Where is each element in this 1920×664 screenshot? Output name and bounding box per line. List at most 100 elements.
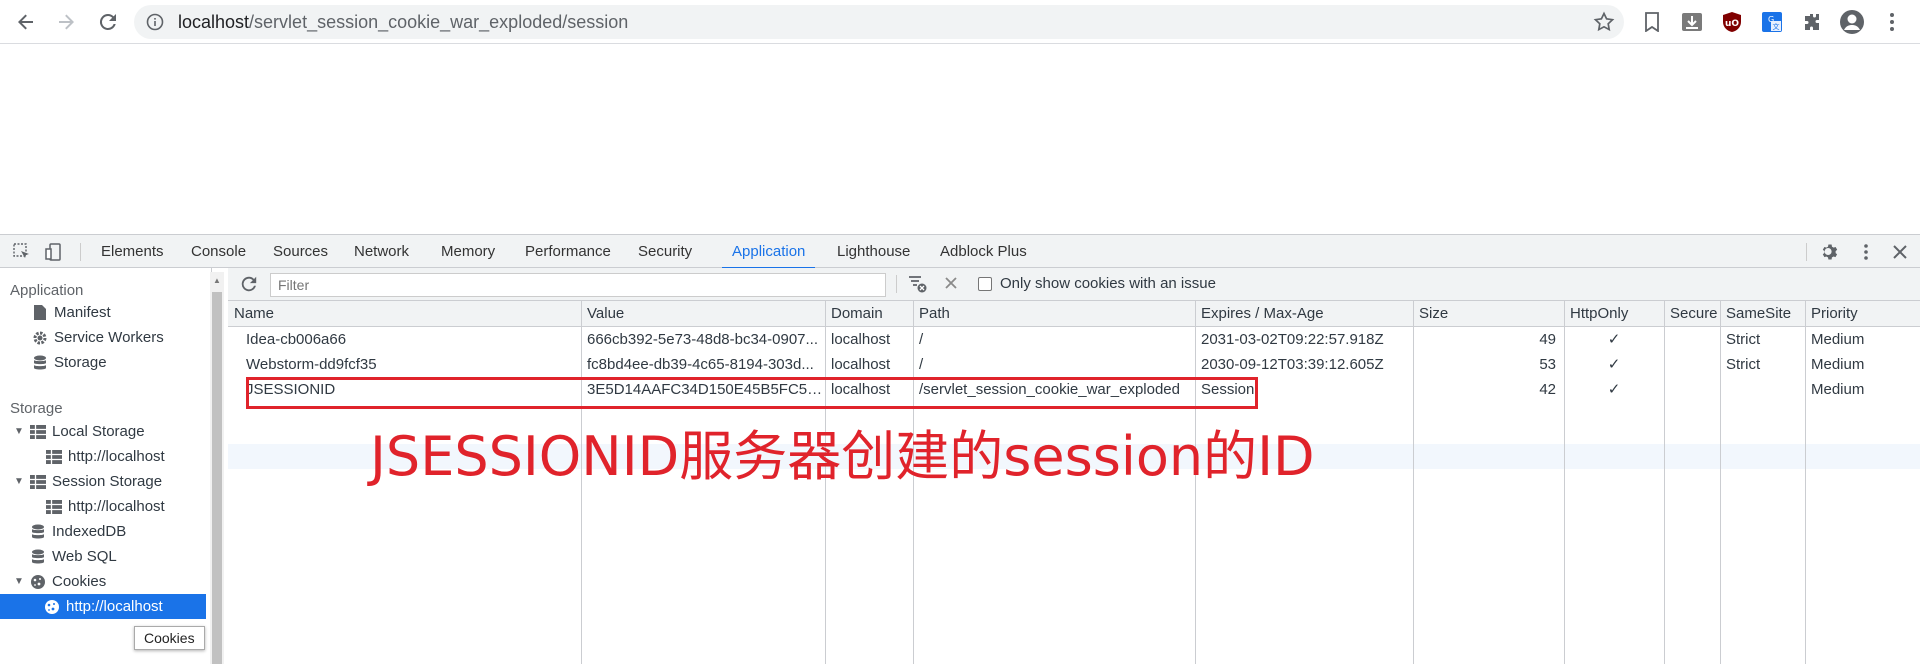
forward-arrow-icon <box>59 14 74 30</box>
cell-expires: 2030-09-12T03:39:12.605Z <box>1201 356 1384 373</box>
only-issues-checkbox[interactable] <box>978 277 992 291</box>
url-host: localhost <box>178 12 250 32</box>
column-header-domain[interactable]: Domain <box>825 301 913 327</box>
tab-security[interactable]: Security <box>638 235 692 268</box>
tab-lighthouse[interactable]: Lighthouse <box>837 235 910 268</box>
column-header-httponly[interactable]: HttpOnly <box>1564 301 1664 327</box>
sidebar-item-label: Local Storage <box>52 423 145 440</box>
inspect-element-button[interactable] <box>10 240 34 264</box>
sidebar-item-indexeddb[interactable]: IndexedDB <box>30 519 126 544</box>
cell-secure <box>1664 327 1720 352</box>
sidebar-item-label: Manifest <box>54 304 111 321</box>
sidebar-item-local-storage-localhost[interactable]: http://localhost <box>46 444 165 469</box>
tab-sources[interactable]: Sources <box>273 235 328 268</box>
column-header-path[interactable]: Path <box>913 301 1195 327</box>
translate-icon: G文 <box>1762 12 1782 32</box>
ublock-extension-button[interactable]: uO <box>1716 6 1748 38</box>
reload-button[interactable] <box>92 6 124 38</box>
kebab-menu-icon <box>1864 244 1868 260</box>
bookmark-icon <box>1645 12 1659 32</box>
tab-performance[interactable]: Performance <box>525 235 611 268</box>
puzzle-icon <box>1805 14 1819 30</box>
sidebar-item-storage[interactable]: Storage <box>32 350 107 375</box>
cell-expires: 2031-03-02T09:22:57.918Z <box>1201 331 1384 348</box>
scroll-up-icon[interactable]: ▲ <box>213 276 221 285</box>
cell-path: / <box>919 356 924 373</box>
database-icon <box>32 355 48 371</box>
grid-icon <box>46 499 62 515</box>
download-extension-button[interactable] <box>1676 6 1708 38</box>
sidebar-item-session-storage[interactable]: ▼ Session Storage <box>14 469 162 494</box>
clear-filtered-cookies-button[interactable] <box>908 275 928 298</box>
column-header-expires[interactable]: Expires / Max-Age <box>1195 301 1413 327</box>
table-row[interactable]: Webstorm-dd9fcf35 fc8bd4ee-db39-4c65-819… <box>228 352 1920 377</box>
cell-samesite: Strict <box>1726 331 1761 348</box>
sidebar-item-label: http://localhost <box>68 448 165 465</box>
cell-domain: localhost <box>831 356 891 373</box>
column-header-priority[interactable]: Priority <box>1805 301 1920 327</box>
sidebar-item-cookies-localhost[interactable]: http://localhost <box>0 594 206 619</box>
devtools-settings-button[interactable] <box>1818 240 1842 264</box>
column-header-size[interactable]: Size <box>1413 301 1564 327</box>
column-header-value[interactable]: Value <box>581 301 825 327</box>
sidebar-item-label: http://localhost <box>66 598 163 615</box>
translate-extension-button[interactable]: G文 <box>1756 6 1788 38</box>
cell-httponly: ✓ <box>1607 331 1621 348</box>
annotation-highlight-box <box>246 377 1258 409</box>
tab-console[interactable]: Console <box>191 235 246 268</box>
sidebar-item-label: IndexedDB <box>52 523 127 540</box>
expand-triangle-icon[interactable]: ▼ <box>14 419 24 444</box>
cell-priority: Medium <box>1811 356 1865 373</box>
info-icon[interactable] <box>146 13 164 31</box>
sidebar-item-websql[interactable]: Web SQL <box>30 544 117 569</box>
tab-application[interactable]: Application <box>721 235 816 269</box>
column-header-samesite[interactable]: SameSite <box>1720 301 1805 327</box>
cookie-icon <box>30 574 46 590</box>
tab-adblock-plus[interactable]: Adblock Plus <box>940 235 1027 268</box>
filter-input[interactable] <box>270 273 886 297</box>
annotation-text: JSESSIONID服务器创建的session的ID <box>370 425 1315 488</box>
bookmark-star-icon[interactable] <box>1592 10 1616 34</box>
devtools-menu-button[interactable] <box>1854 240 1878 264</box>
address-bar[interactable]: localhost/servlet_session_cookie_war_exp… <box>134 5 1624 39</box>
url-text[interactable]: localhost/servlet_session_cookie_war_exp… <box>178 12 628 33</box>
sidebar-item-manifest[interactable]: Manifest <box>32 300 111 325</box>
divider <box>80 243 81 261</box>
table-row[interactable]: Idea-cb006a66 666cb392-5e73-48d8-bc34-09… <box>228 327 1920 352</box>
cell-size: 49 <box>1539 331 1556 348</box>
tab-elements[interactable]: Elements <box>101 235 164 268</box>
profile-button[interactable] <box>1836 6 1868 38</box>
sidebar-item-label: Service Workers <box>54 329 164 346</box>
forward-button[interactable] <box>50 6 82 38</box>
scrollbar-thumb[interactable] <box>212 292 222 664</box>
devtools-close-button[interactable] <box>1888 240 1912 264</box>
bookmarks-extension-button[interactable] <box>1636 6 1668 38</box>
ublock-shield-icon: uO <box>1723 12 1741 32</box>
clear-all-cookies-button[interactable] <box>944 276 958 295</box>
tooltip: Cookies <box>134 626 205 650</box>
tab-network[interactable]: Network <box>354 235 409 268</box>
browser-menu-button[interactable] <box>1876 6 1908 38</box>
reload-icon <box>99 13 116 30</box>
sidebar-scrollbar[interactable]: ▲ <box>210 272 224 664</box>
cell-domain: localhost <box>831 331 891 348</box>
sidebar-item-cookies[interactable]: ▼ Cookies <box>14 569 106 594</box>
expand-triangle-icon[interactable]: ▼ <box>14 569 24 594</box>
back-button[interactable] <box>10 6 42 38</box>
filter-clear-icon <box>909 276 927 293</box>
column-header-name[interactable]: Name <box>228 301 581 327</box>
sidebar-item-local-storage[interactable]: ▼ Local Storage <box>14 419 145 444</box>
sidebar-item-service-workers[interactable]: Service Workers <box>32 325 164 350</box>
cell-value: fc8bd4ee-db39-4c65-8194-303d... <box>587 356 814 373</box>
refresh-cookies-button[interactable] <box>240 275 258 298</box>
tab-memory[interactable]: Memory <box>441 235 495 268</box>
sidebar-item-session-storage-localhost[interactable]: http://localhost <box>46 494 165 519</box>
device-toolbar-button[interactable] <box>42 240 66 264</box>
close-icon <box>945 277 957 289</box>
grid-icon <box>30 424 46 440</box>
table-header: Name Value Domain Path Expires / Max-Age… <box>228 301 1920 327</box>
expand-triangle-icon[interactable]: ▼ <box>14 469 24 494</box>
extensions-button[interactable] <box>1796 6 1828 38</box>
column-header-secure[interactable]: Secure <box>1664 301 1720 327</box>
cookie-icon <box>44 599 60 615</box>
